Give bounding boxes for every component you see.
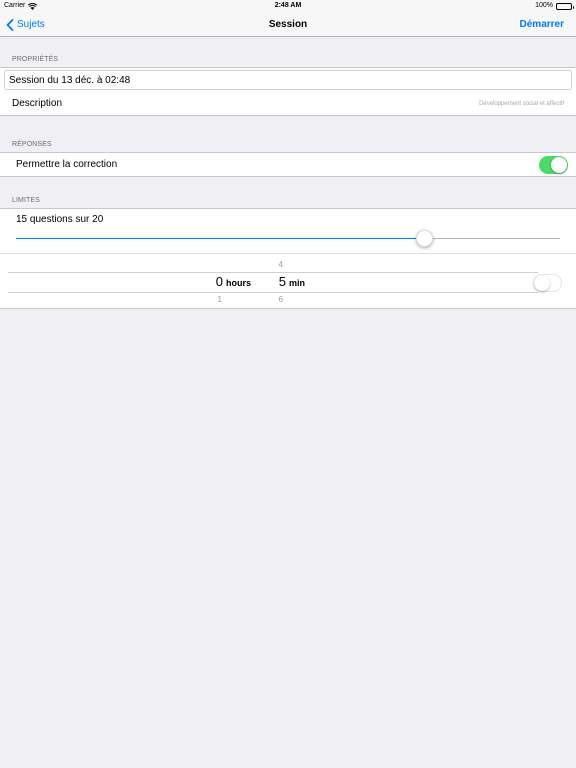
correction-toggle[interactable] — [539, 156, 568, 174]
status-bar: Carrier 2:48 AM 100% — [0, 0, 576, 12]
questions-label: 15 questions sur 20 — [16, 214, 104, 225]
section-header-responses: RÉPONSES — [12, 141, 52, 148]
battery-percent: 100% — [535, 2, 553, 9]
slider-fill — [16, 238, 424, 239]
duration-picker[interactable]: 0 1 hours 4 5 6 min — [8, 254, 568, 310]
minutes-value[interactable]: 5 — [274, 274, 286, 289]
section-header-limits: LIMITES — [12, 197, 40, 204]
page-title: Session — [268, 19, 308, 30]
correction-label: Permettre la correction — [16, 159, 118, 170]
hours-unit: hours — [226, 278, 252, 288]
minutes-next: 6 — [278, 295, 283, 304]
start-button[interactable]: Démarrer — [520, 12, 564, 37]
timer-row: 0 1 hours 4 5 6 min — [0, 253, 576, 309]
status-battery: 100% — [535, 0, 574, 12]
hours-next: 1 — [217, 295, 222, 304]
chevron-left-icon — [6, 18, 14, 31]
minutes-unit: min — [289, 278, 306, 288]
status-time: 2:48 AM — [274, 2, 302, 9]
back-button-label: Sujets — [17, 19, 45, 30]
questions-slider[interactable] — [16, 230, 560, 247]
description-row[interactable]: Description Développement social et affe… — [0, 92, 576, 116]
minutes-previous: 4 — [278, 260, 283, 269]
navigation-bar: Sujets Session Démarrer — [0, 12, 576, 37]
session-title-field[interactable]: Session du 13 déc. à 02:48 — [4, 70, 572, 90]
correction-row: Permettre la correction — [0, 152, 576, 177]
timer-toggle[interactable] — [533, 274, 562, 292]
back-button[interactable]: Sujets — [6, 12, 45, 37]
toggle-knob — [551, 157, 567, 173]
description-label: Description — [12, 98, 63, 109]
section-header-properties: PROPRIÉTÉS — [12, 56, 59, 63]
battery-icon — [556, 2, 574, 10]
description-value: Développement social et affectif — [479, 101, 564, 107]
hours-value[interactable]: 0 — [208, 274, 223, 289]
slider-thumb[interactable] — [416, 230, 433, 247]
questions-slider-row: 15 questions sur 20 — [0, 208, 576, 253]
toggle-knob — [534, 275, 550, 291]
title-row: Session du 13 déc. à 02:48 — [0, 67, 576, 92]
